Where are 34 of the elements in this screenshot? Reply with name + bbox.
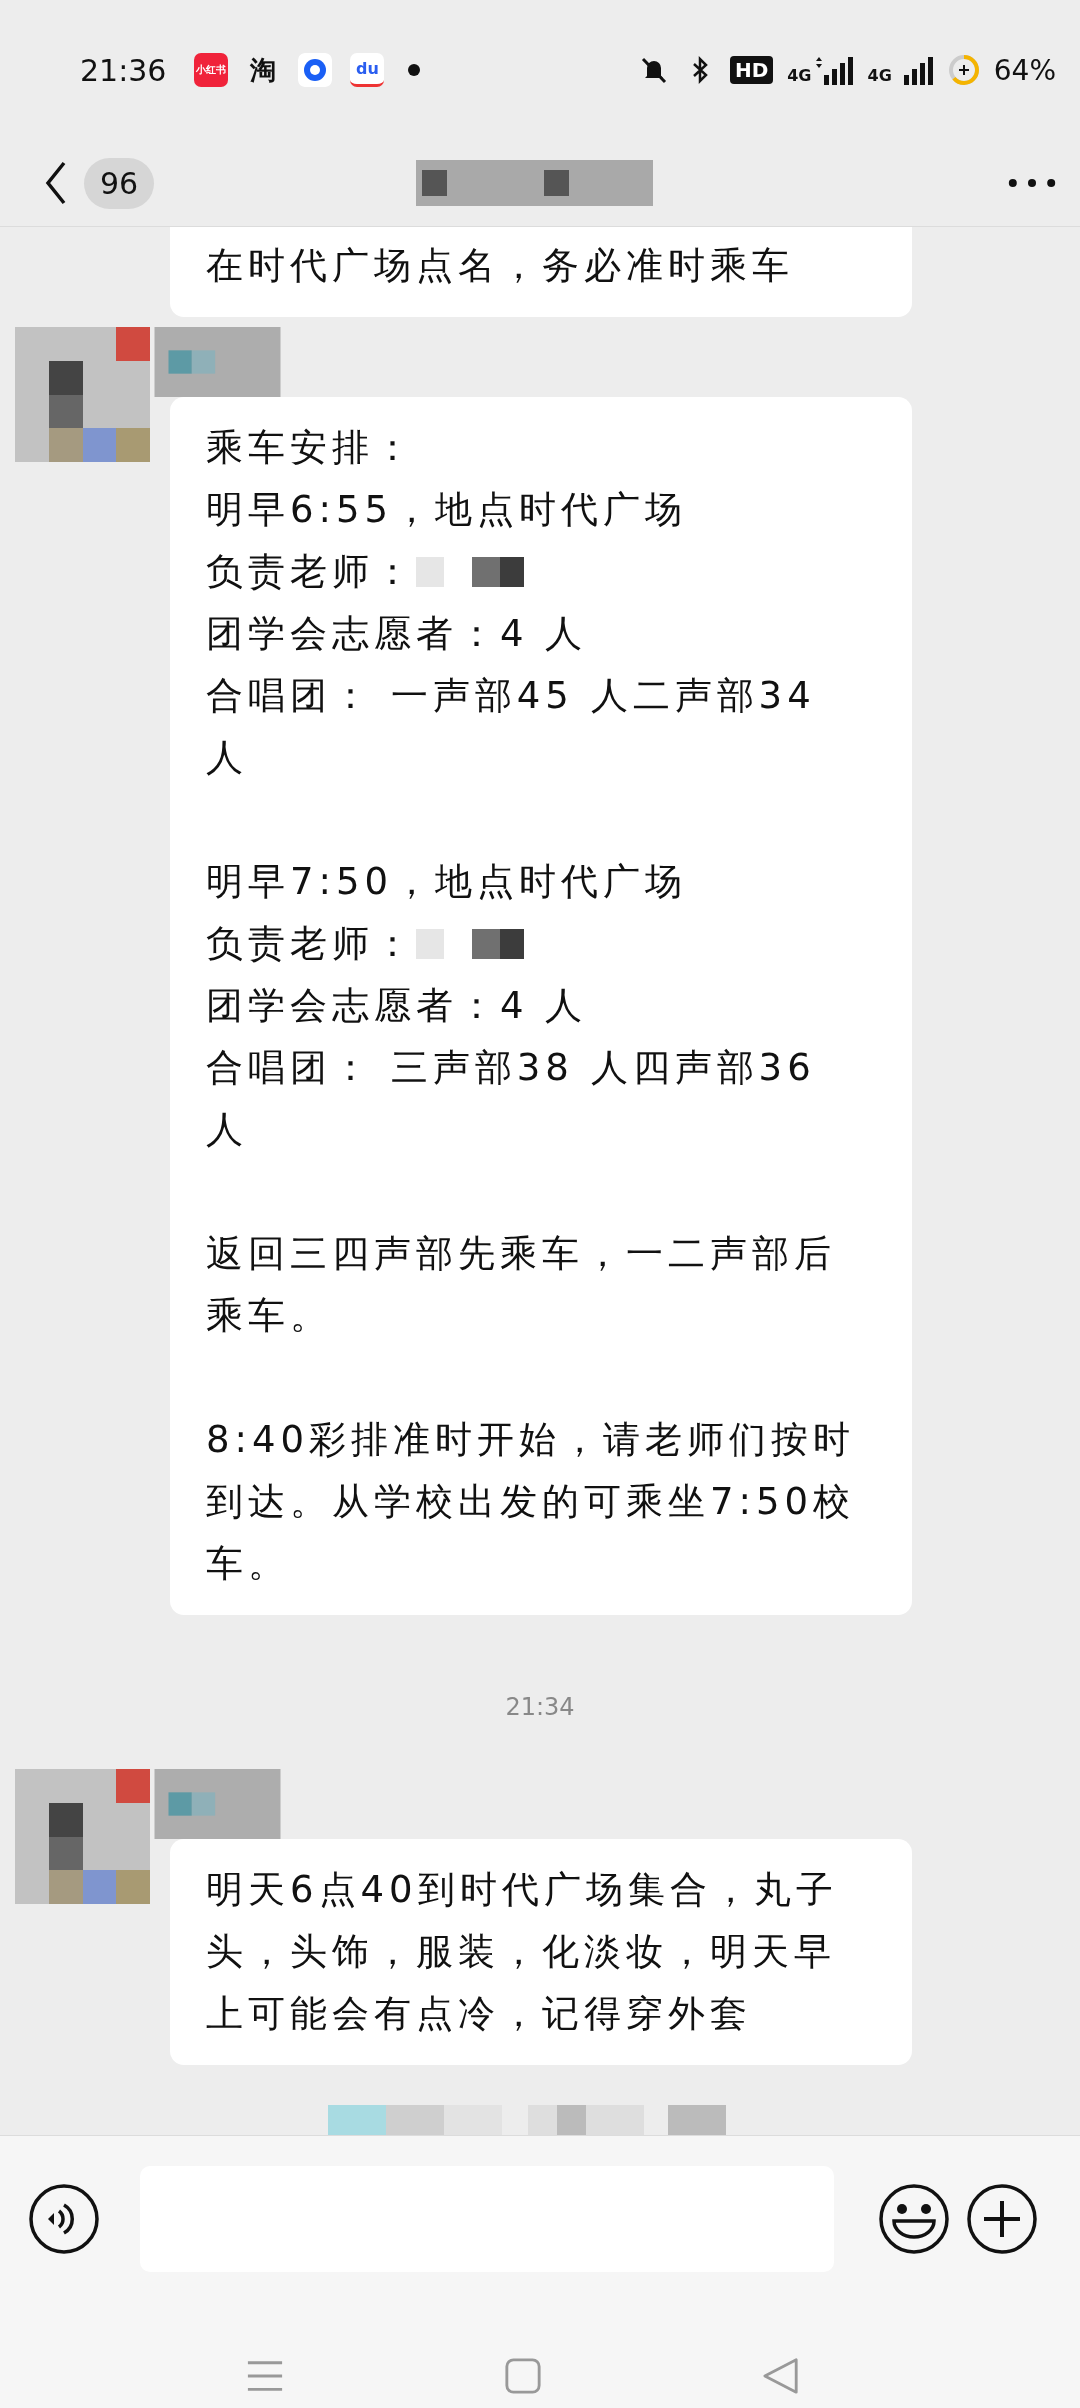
- home-icon[interactable]: [504, 2357, 542, 2395]
- battery-percent: 64%: [993, 53, 1056, 87]
- message-text: 在时代广场点名，务必准时乘车: [206, 243, 795, 289]
- voice-input-icon[interactable]: [28, 2182, 100, 2255]
- message-text: 明早6:55，地点时代广场: [206, 487, 689, 533]
- message-text: 合唱团： 三声部38 人四声部36 人: [206, 1045, 817, 1153]
- network-type: 4G: [867, 66, 892, 85]
- unread-count: 96: [84, 157, 155, 209]
- network-type: 4G: [787, 66, 812, 85]
- message-text: 返回三四声部先乘车，一二声部后乘车。: [206, 1231, 837, 1339]
- back-nav-icon[interactable]: [762, 2357, 800, 2395]
- message-text: 团学会志愿者：4 人: [206, 983, 589, 1029]
- back-icon: [44, 161, 68, 205]
- emoji-icon[interactable]: [878, 2182, 950, 2255]
- app-notification-icon: [298, 53, 333, 87]
- back-button[interactable]: 96: [44, 157, 155, 209]
- status-time: 21:36: [80, 52, 167, 88]
- app-notification-icon: 淘: [246, 53, 281, 87]
- message-text: 团学会志愿者：4 人: [206, 611, 589, 657]
- message-text: 乘车安排：: [206, 425, 417, 471]
- battery-icon: [947, 54, 980, 86]
- hd-voice-badge: HD: [729, 56, 774, 84]
- message-text: 明天6点40到时代广场集合，丸子头，头饰，服装，化淡妆，明天早上可能会有点冷，记得穿外套: [206, 1867, 839, 2037]
- message-timestamp: 21:34: [504, 1693, 576, 1721]
- message-text: 明早7:50，地点时代广场: [206, 859, 689, 905]
- notification-dot-icon: [408, 64, 421, 76]
- app-notification-icon: 小红书: [194, 53, 229, 87]
- add-icon[interactable]: [966, 2182, 1038, 2255]
- message-text: 8:40彩排准时开始，请老师们按时到达。从学校出发的可乘坐7:50校车。: [206, 1417, 857, 1587]
- app-notification-icon: du: [350, 53, 385, 87]
- more-icon[interactable]: [1008, 178, 1056, 188]
- message-text: 负责老师：: [206, 921, 416, 967]
- message-text: 负责老师：: [206, 549, 416, 595]
- message-text: 合唱团： 一声部45 人二声部34 人: [206, 673, 817, 781]
